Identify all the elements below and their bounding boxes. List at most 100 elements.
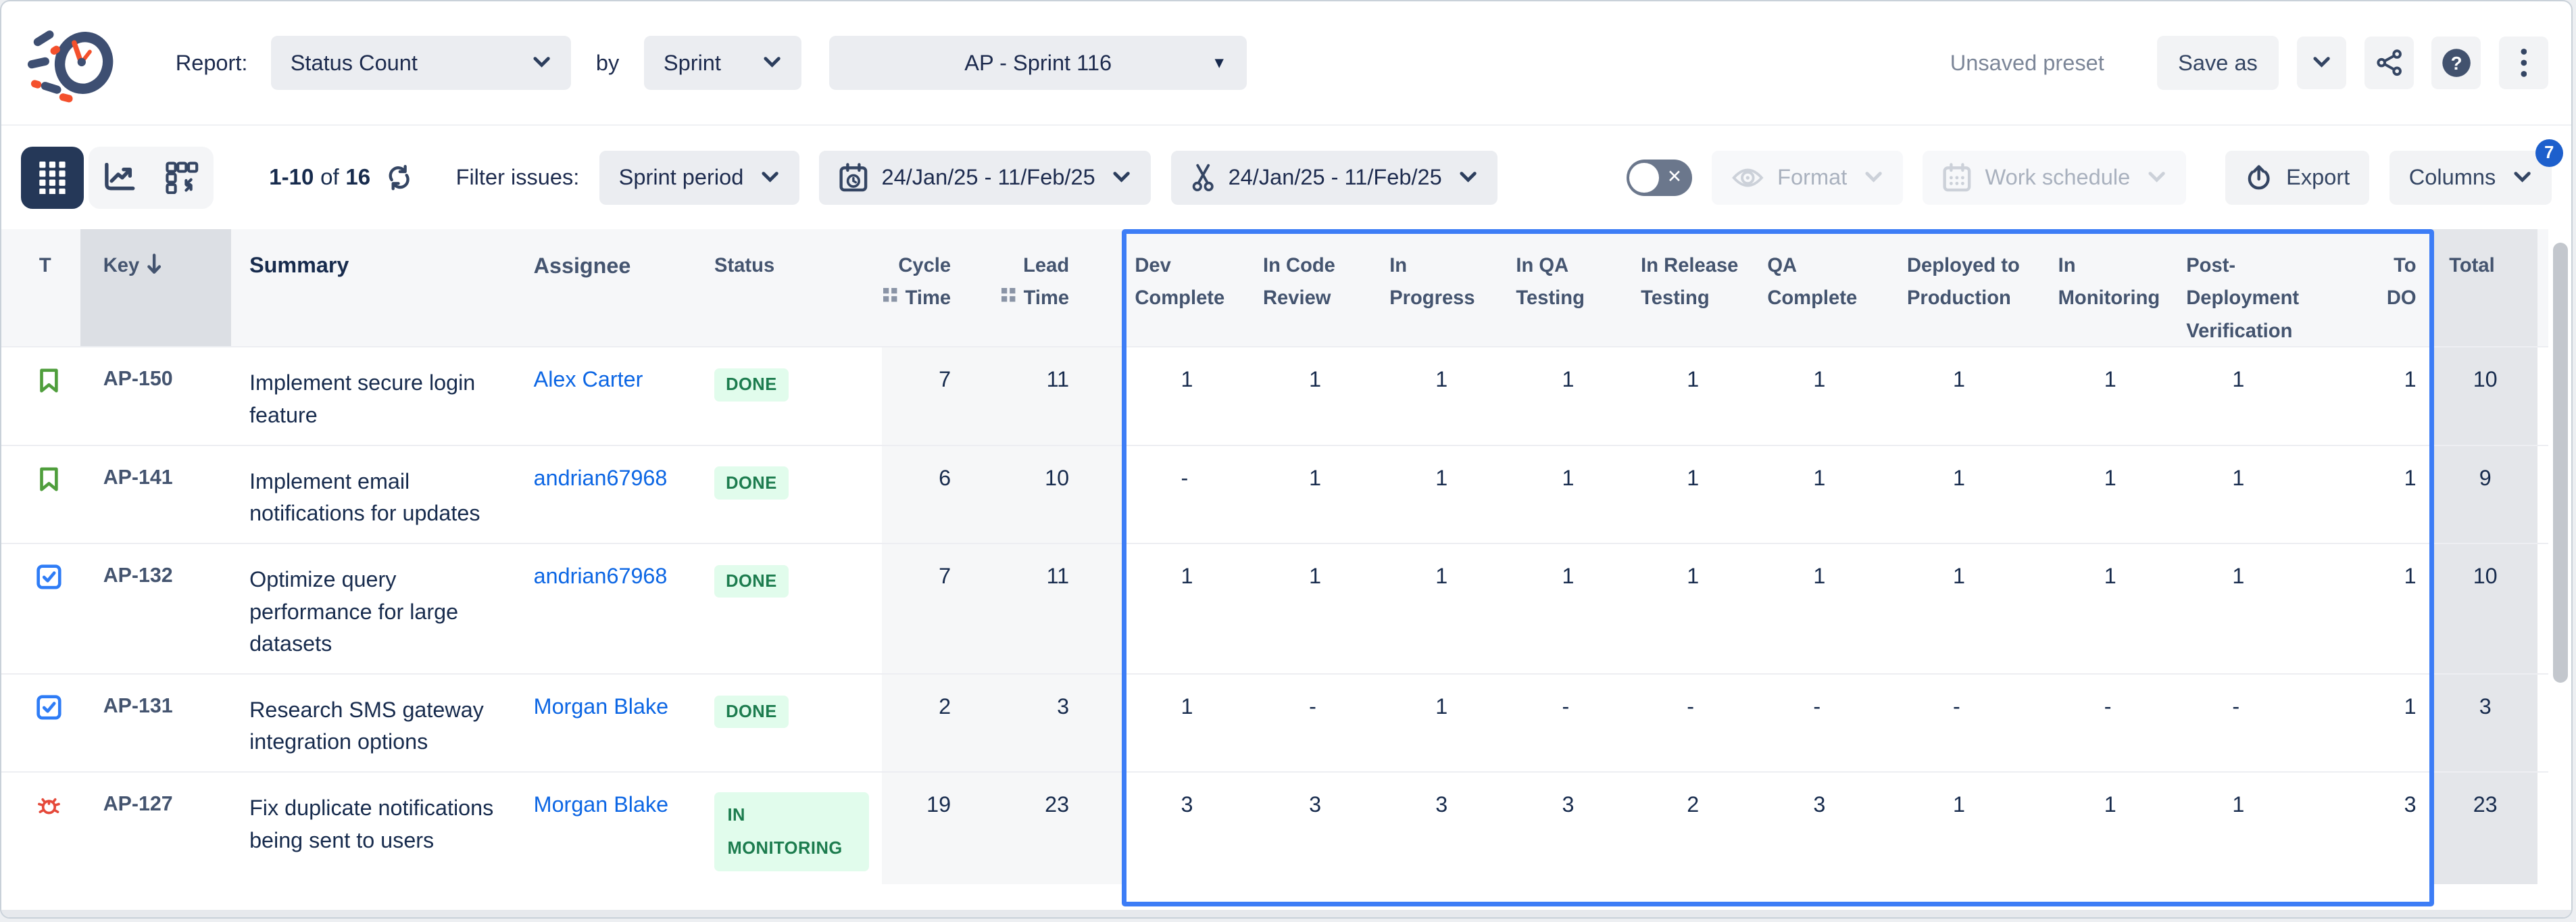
help-button[interactable]: ? — [2431, 37, 2481, 89]
status-count-cell: 1 — [1758, 446, 1898, 543]
chart-view-button[interactable] — [89, 147, 151, 209]
lead-time-cell: 11 — [1000, 347, 1125, 444]
status-cell: DONE — [708, 446, 882, 543]
column-header-in-release-testing[interactable]: In Release Testing — [1631, 229, 1758, 346]
status-cell: IN MONITORING — [708, 773, 882, 884]
issue-summary: Implement secure login feature — [231, 347, 530, 444]
time-in-status-app: Report: Status Count by Sprint AP - Spri… — [0, 0, 2573, 919]
pagination-total: 16 — [345, 165, 370, 191]
column-header-in-monitoring[interactable]: In Monitoring — [2048, 229, 2177, 346]
table-body: AP-150Implement secure login featureAlex… — [1, 346, 2571, 884]
column-header-dev-complete[interactable]: Dev Complete — [1125, 229, 1254, 346]
status-count-cell: 1 — [1758, 347, 1898, 444]
filter-issues-label: Filter issues: — [456, 165, 580, 190]
table-header: T Key Summary Assignee Status Cycle Time… — [1, 229, 2571, 346]
table-view-button[interactable] — [21, 147, 83, 209]
table-row: AP-141Implement email notifications for … — [1, 445, 2571, 543]
status-count-cell: 1 — [2357, 347, 2433, 444]
assignee-link[interactable]: Alex Carter — [530, 347, 708, 444]
column-header-key[interactable]: Key — [80, 229, 232, 346]
status-count-cell: 1 — [1253, 544, 1379, 673]
horizontal-scrollbar-track[interactable] — [1, 910, 2571, 919]
column-header-in-progress[interactable]: In Progress — [1380, 229, 1506, 346]
assignee-link[interactable]: Morgan Blake — [530, 773, 708, 884]
assignee-link[interactable]: andrian67968 — [530, 446, 708, 543]
chevron-down-icon — [2147, 171, 2166, 184]
pivot-view-button[interactable] — [151, 147, 213, 209]
toggle-off-x-icon: ✕ — [1667, 166, 1682, 187]
status-count-cell: 1 — [2048, 446, 2177, 543]
status-count-cell: 2 — [1631, 773, 1758, 884]
vertical-scrollbar-thumb[interactable] — [2553, 243, 2568, 683]
top-bar: Report: Status Count by Sprint AP - Spri… — [1, 1, 2571, 126]
chart-view-icon — [103, 163, 137, 193]
assignee-link[interactable]: Morgan Blake — [530, 675, 708, 771]
assignee-link[interactable]: andrian67968 — [530, 544, 708, 673]
save-options-chevron-button[interactable] — [2297, 37, 2346, 89]
work-schedule-dropdown: Work schedule — [1923, 151, 2186, 205]
by-label: by — [596, 51, 619, 76]
status-count-cell: 1 — [1631, 446, 1758, 543]
story-icon — [14, 347, 80, 444]
status-count-cell: 1 — [2177, 773, 2357, 884]
column-header-total[interactable]: Total — [2433, 229, 2538, 346]
column-header-lead-time[interactable]: Lead Time — [1000, 229, 1125, 346]
export-button[interactable]: Export — [2225, 151, 2369, 205]
status-count-cell: 1 — [1758, 544, 1898, 673]
status-count-cell: 1 — [1506, 544, 1631, 673]
status-count-cell: 1 — [1631, 347, 1758, 444]
trim-period-date-range[interactable]: 24/Jan/25 - 11/Feb/25 — [1171, 151, 1498, 205]
cycle-time-cell: 2 — [882, 675, 1000, 771]
issue-summary: Research SMS gateway integration options — [231, 675, 530, 771]
status-count-cell: - — [2048, 675, 2177, 771]
status-count-cell: - — [1506, 675, 1631, 771]
share-icon — [2375, 49, 2403, 76]
svg-text:?: ? — [2450, 53, 2462, 74]
status-count-cell: 3 — [2357, 773, 2433, 884]
columns-dropdown[interactable]: Columns — [2389, 151, 2552, 205]
lead-time-cell: 23 — [1000, 773, 1125, 884]
column-header-post-deployment-verification[interactable]: Post-Deployment Verification — [2177, 229, 2357, 346]
column-header-cycle-time[interactable]: Cycle Time — [882, 229, 1000, 346]
column-header-summary[interactable]: Summary — [231, 229, 530, 346]
report-type-dropdown[interactable]: Status Count — [271, 36, 572, 90]
status-count-cell: 1 — [1380, 446, 1506, 543]
export-icon — [2245, 164, 2273, 191]
table-row: AP-131Research SMS gateway integration o… — [1, 673, 2571, 771]
status-count-cell: 1 — [2177, 446, 2357, 543]
status-count-cell: 1 — [1380, 347, 1506, 444]
sprint-period-date-range[interactable]: 24/Jan/25 - 11/Feb/25 — [819, 151, 1151, 205]
vertical-scrollbar-track[interactable] — [2548, 229, 2571, 909]
pagination-range: 1-10 — [269, 165, 314, 191]
more-options-button[interactable] — [2499, 37, 2548, 89]
table-row: AP-132Optimize query performance for lar… — [1, 543, 2571, 673]
bug-icon — [14, 773, 80, 884]
sprint-selector-dropdown[interactable]: AP - Sprint 116 ▾ — [829, 36, 1246, 90]
column-header-to-do[interactable]: To DO — [2357, 229, 2433, 346]
status-cell: DONE — [708, 675, 882, 771]
save-as-button[interactable]: Save as — [2157, 36, 2279, 90]
column-header-assignee[interactable]: Assignee — [530, 229, 708, 346]
status-count-cell: 1 — [1897, 446, 2048, 543]
status-count-cell: 1 — [1506, 347, 1631, 444]
share-button[interactable] — [2364, 37, 2414, 89]
work-schedule-calendar-icon — [1942, 163, 1972, 193]
column-header-qa-complete[interactable]: QA Complete — [1758, 229, 1898, 346]
status-count-cell: 1 — [1380, 675, 1506, 771]
column-header-deployed-to-production[interactable]: Deployed to Production — [1897, 229, 2048, 346]
issue-key: AP-150 — [80, 347, 232, 444]
issue-key: AP-132 — [80, 544, 232, 673]
column-header-type[interactable]: T — [14, 229, 80, 346]
status-count-cell: 1 — [2357, 675, 2433, 771]
column-header-in-code-review[interactable]: In Code Review — [1253, 229, 1379, 346]
task-icon — [14, 675, 80, 771]
column-header-in-qa-testing[interactable]: In QA Testing — [1506, 229, 1631, 346]
filter-period-dropdown[interactable]: Sprint period — [599, 151, 799, 205]
issue-key: AP-127 — [80, 773, 232, 884]
highlight-toggle[interactable]: ✕ — [1627, 160, 1692, 195]
columns-dropdown-wrapper: Columns 7 — [2389, 151, 2552, 205]
column-header-status[interactable]: Status — [708, 229, 882, 346]
app-logo-clock-icon — [24, 22, 120, 107]
group-by-dropdown[interactable]: Sprint — [644, 36, 801, 90]
refresh-button[interactable] — [385, 164, 413, 191]
